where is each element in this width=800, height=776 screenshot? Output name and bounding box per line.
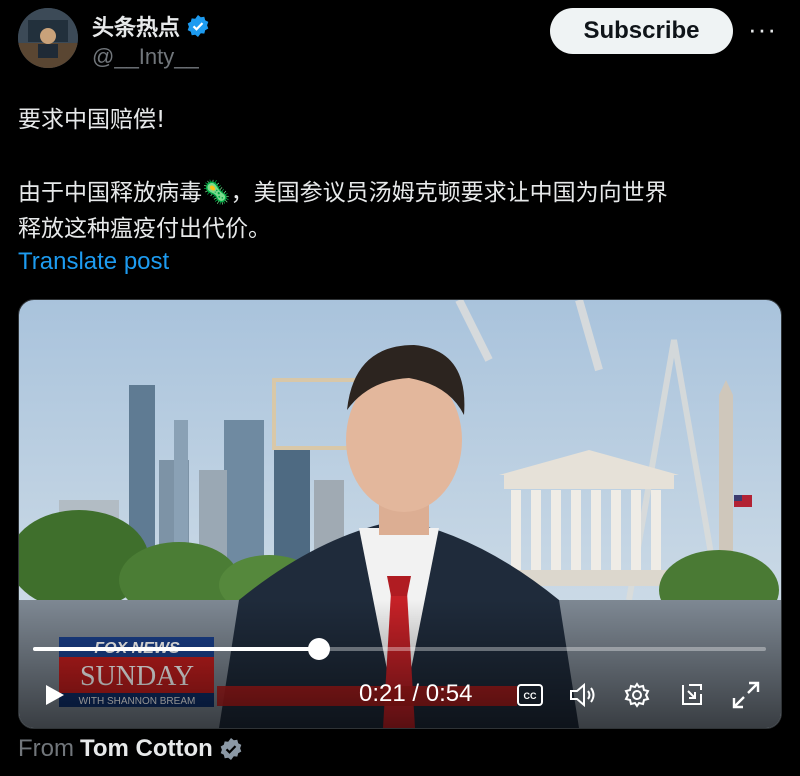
subscribe-button[interactable]: Subscribe <box>550 8 733 54</box>
closed-captions-icon[interactable]: CC <box>517 684 543 706</box>
picture-in-picture-icon[interactable] <box>679 682 705 708</box>
video-frame: FOX NEWS SUNDAY WITH SHANNON BREAM <box>19 300 781 728</box>
fullscreen-icon[interactable] <box>731 680 761 710</box>
verified-badge-icon <box>187 15 209 37</box>
translate-post-link[interactable]: Translate post <box>18 248 169 276</box>
play-icon[interactable] <box>41 682 67 708</box>
post-text-line-1: 要求中国赔偿! <box>18 107 166 133</box>
video-player[interactable]: FOX NEWS SUNDAY WITH SHANNON BREAM 0:21 … <box>18 299 782 729</box>
video-source: From Tom Cotton <box>18 735 243 763</box>
more-options-icon[interactable]: ··· <box>748 14 777 45</box>
avatar-image <box>18 8 78 68</box>
post-text-line-3: 释放这种瘟疫付出代价。 <box>18 216 271 242</box>
svg-text:CC: CC <box>524 691 537 701</box>
settings-gear-icon[interactable] <box>624 682 650 708</box>
source-verified-badge-icon <box>220 738 242 760</box>
author-name[interactable]: 头条热点 <box>92 10 180 42</box>
progress-fill <box>33 647 319 651</box>
video-time: 0:21 / 0:54 <box>359 680 473 707</box>
source-account-name[interactable]: Tom Cotton <box>80 735 213 763</box>
author-handle[interactable]: @__Inty__ <box>92 44 199 70</box>
progress-handle[interactable] <box>307 638 330 660</box>
progress-track[interactable] <box>33 638 766 660</box>
post-text-line-2: 由于中国释放病毒🦠，美国参议员汤姆克顿要求让中国为向世界 <box>18 180 668 206</box>
volume-icon[interactable] <box>569 682 599 708</box>
avatar[interactable] <box>18 8 78 68</box>
author-name-row[interactable]: 头条热点 <box>92 10 210 42</box>
from-prefix: From <box>18 735 74 762</box>
